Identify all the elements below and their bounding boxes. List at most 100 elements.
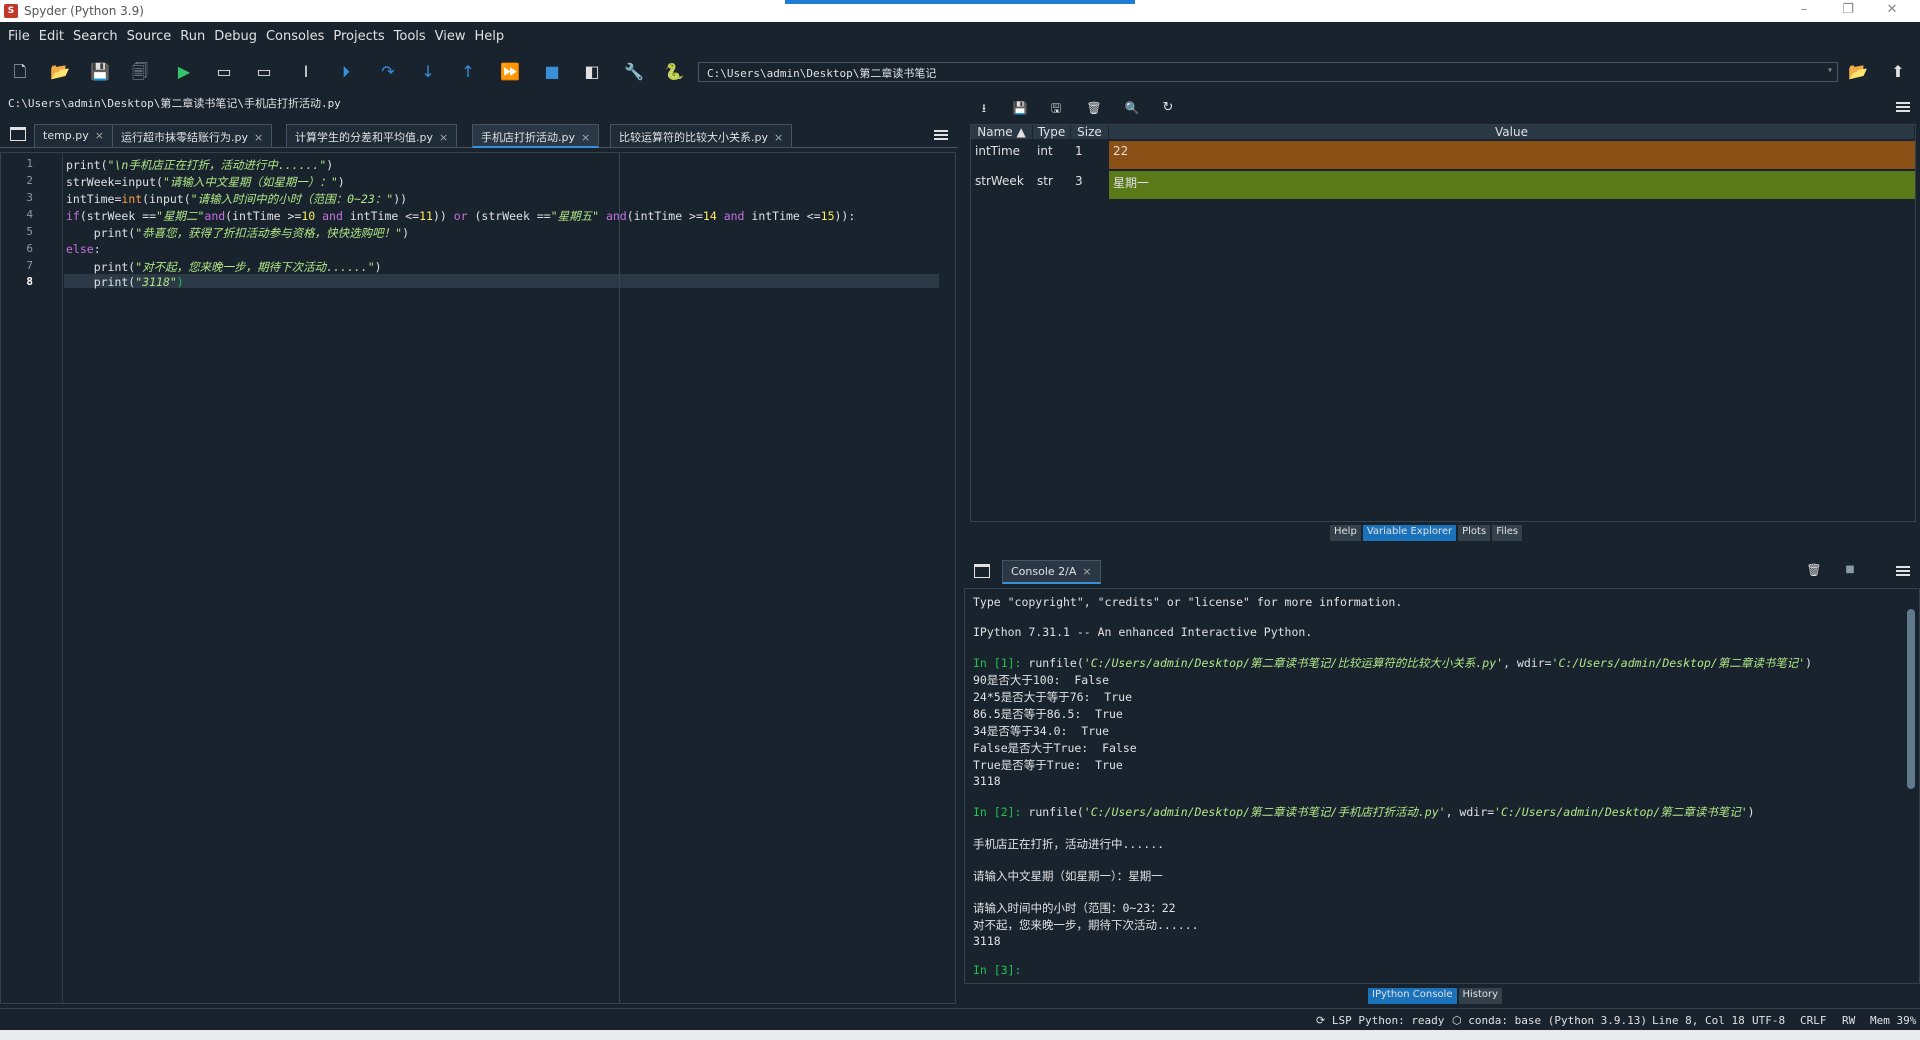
menu-projects[interactable]: Projects <box>329 26 389 48</box>
var-type: int <box>1037 144 1053 158</box>
conda-status: ⬡ conda: base (Python 3.9.13) <box>1452 1014 1648 1027</box>
open-file-icon[interactable]: 📂 <box>48 60 72 84</box>
menu-debug[interactable]: Debug <box>210 26 262 48</box>
remove-all-icon[interactable]: 🗑 <box>1082 96 1106 120</box>
editor-options-icon[interactable] <box>934 130 948 140</box>
menu-file[interactable]: File <box>4 26 35 48</box>
tab-label: 计算学生的分差和平均值.py <box>295 131 433 144</box>
menu-view[interactable]: View <box>431 26 471 48</box>
save-data-as-icon[interactable]: 🖫 <box>1044 96 1068 120</box>
refresh-icon[interactable]: ↻ <box>1156 96 1180 120</box>
code-line: print("\n手机店正在打折，活动进行中......") <box>66 158 334 172</box>
preferences-icon[interactable]: 🔧 <box>622 60 646 84</box>
debug-icon[interactable]: ⏵ <box>334 60 358 84</box>
column-header-value[interactable]: Value <box>1109 125 1915 139</box>
console-line: False是否大于True: False <box>973 741 1137 755</box>
browse-tabs-icon[interactable] <box>974 564 990 578</box>
browse-tabs-icon[interactable] <box>10 127 26 141</box>
continue-icon[interactable]: ⏩ <box>498 60 522 84</box>
menu-edit[interactable]: Edit <box>35 26 69 48</box>
menu-search[interactable]: Search <box>69 26 123 48</box>
console-line: 3118 <box>973 774 1001 788</box>
run-cell-icon[interactable]: ▭ <box>212 60 236 84</box>
interrupt-kernel-icon[interactable]: ■ <box>1838 558 1862 582</box>
tab-history[interactable]: History <box>1458 988 1503 1004</box>
line-number: 6 <box>26 242 33 255</box>
close-tab-icon[interactable]: × <box>774 131 783 144</box>
minimize-icon[interactable]: – <box>1784 2 1824 20</box>
close-tab-icon[interactable]: × <box>95 129 104 142</box>
var-value[interactable]: 星期一 <box>1109 171 1915 199</box>
tab-temp[interactable]: temp.py × <box>34 124 113 148</box>
run-icon[interactable]: ▶ <box>172 60 196 84</box>
menu-bar: File Edit Search Source Run Debug Consol… <box>0 26 1920 48</box>
step-return-icon[interactable]: ↑ <box>456 60 480 84</box>
column-header-type[interactable]: Type <box>1033 125 1071 139</box>
var-name[interactable]: intTime <box>971 141 1033 169</box>
close-tab-icon[interactable]: × <box>1082 565 1091 578</box>
save-data-icon[interactable]: 💾 <box>1008 96 1032 120</box>
tab-label: temp.py <box>43 129 89 142</box>
tab-phone-store[interactable]: 手机店打折活动.py × <box>472 124 600 148</box>
var-value[interactable]: 22 <box>1109 141 1915 169</box>
working-directory-input[interactable]: C:\Users\admin\Desktop\第二章读书笔记 ▾ <box>698 62 1838 82</box>
tab-label: 运行超市抹零结账行为.py <box>121 131 248 144</box>
new-file-icon[interactable]: 🗋 <box>8 60 32 84</box>
menu-consoles[interactable]: Consoles <box>262 26 329 48</box>
python-path-icon[interactable]: 🐍 <box>662 60 686 84</box>
tab-ipython-console[interactable]: IPython Console <box>1368 988 1457 1004</box>
run-selection-icon[interactable]: I <box>294 60 318 84</box>
column-header-name[interactable]: Name ▲ <box>971 125 1033 139</box>
chevron-down-icon[interactable]: ▾ <box>1827 65 1833 76</box>
close-icon[interactable]: ✕ <box>1872 2 1912 20</box>
remove-variables-icon[interactable]: 🗑 <box>1802 558 1826 582</box>
tab-variable-explorer[interactable]: Variable Explorer <box>1362 525 1457 541</box>
var-name[interactable]: strWeek <box>971 171 1033 199</box>
save-all-icon[interactable]: 🗐 <box>128 60 152 84</box>
taskbar-strip <box>0 1030 1920 1040</box>
restore-icon[interactable]: ❐ <box>1828 2 1868 20</box>
tab-supermarket[interactable]: 运行超市抹零结账行为.py × <box>112 124 273 148</box>
scrollbar-thumb[interactable] <box>1907 609 1915 789</box>
maximize-pane-icon[interactable]: ◧ <box>580 60 604 84</box>
console-line: IPython 7.31.1 -- An enhanced Interactiv… <box>973 625 1313 639</box>
tab-help[interactable]: Help <box>1330 525 1361 541</box>
var-size: 1 <box>1075 144 1083 158</box>
console-line: 对不起，您来晚一步，期待下次活动...... <box>973 918 1199 932</box>
step-over-icon[interactable]: ↷ <box>376 60 400 84</box>
console-scrollbar[interactable] <box>1907 595 1915 975</box>
close-tab-icon[interactable]: × <box>439 131 448 144</box>
console-line: 86.5是否等于86.5: True <box>973 707 1123 721</box>
variable-explorer-toolbar: ⭳ 💾 🖫 🗑 🔍 ↻ <box>964 92 1920 120</box>
import-data-icon[interactable]: ⭳ <box>972 96 996 120</box>
line-number: 1 <box>26 157 33 170</box>
tab-plots[interactable]: Plots <box>1458 525 1491 541</box>
console-options-icon[interactable] <box>1896 566 1910 576</box>
stop-icon[interactable]: ■ <box>540 60 564 84</box>
code-line: print("恭喜您，获得了折扣活动参与资格，快快选购吧！") <box>66 226 410 240</box>
menu-help[interactable]: Help <box>471 26 510 48</box>
search-icon[interactable]: 🔍 <box>1120 96 1144 120</box>
tab-student-scores[interactable]: 计算学生的分差和平均值.py × <box>286 124 458 148</box>
menu-run[interactable]: Run <box>176 26 210 48</box>
tab-comparison[interactable]: 比较运算符的比较大小关系.py × <box>610 124 793 148</box>
menu-source[interactable]: Source <box>123 26 177 48</box>
run-cell-advance-icon[interactable]: ▭ <box>252 60 276 84</box>
close-tab-icon[interactable]: × <box>254 131 263 144</box>
browse-folder-icon[interactable]: 📂 <box>1846 60 1870 84</box>
code-editor[interactable]: 1 2 3 4 5 6 7 8 print("\n手机店正在打折，活动进行中..… <box>0 152 956 1004</box>
ipython-console[interactable]: Type "copyright", "credits" or "license"… <box>964 588 1920 984</box>
parent-directory-icon[interactable]: ⬆ <box>1886 60 1910 84</box>
code-line: intTime=int(input("请输入时间中的小时（范围：0~23：")) <box>66 192 408 206</box>
save-icon[interactable]: 💾 <box>88 60 112 84</box>
tab-console[interactable]: Console 2/A × <box>1002 560 1101 584</box>
step-into-icon[interactable]: ↓ <box>416 60 440 84</box>
explorer-options-icon[interactable] <box>1896 102 1910 112</box>
close-tab-icon[interactable]: × <box>581 131 590 144</box>
console-line: True是否等于True: True <box>973 758 1123 772</box>
console-prompt[interactable]: In [3]: <box>973 963 1028 977</box>
menu-tools[interactable]: Tools <box>390 26 431 48</box>
tab-files[interactable]: Files <box>1492 525 1523 541</box>
working-directory-value: C:\Users\admin\Desktop\第二章读书笔记 <box>707 67 937 80</box>
column-header-size[interactable]: Size <box>1071 125 1109 139</box>
